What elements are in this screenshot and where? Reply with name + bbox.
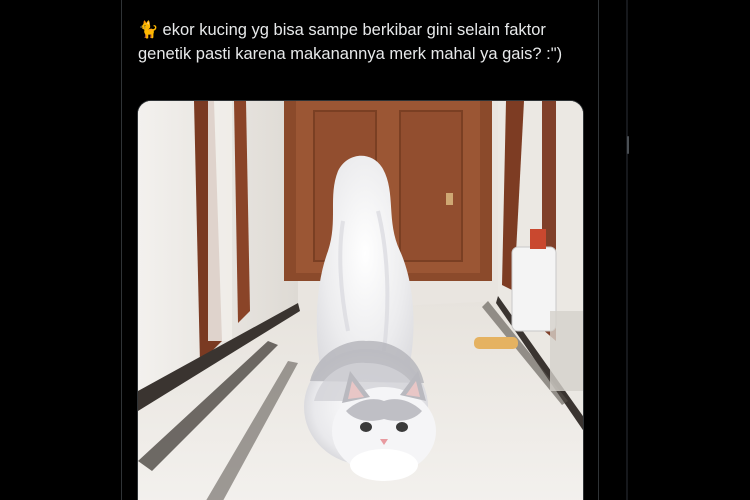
tweet-photo[interactable] <box>137 100 584 500</box>
tweet-page: 🐈 ekor kucing yg bisa sampe berkibar gini… <box>0 0 750 500</box>
tweet-text: 🐈 ekor kucing yg bisa sampe berkibar gini… <box>138 18 588 66</box>
sidebar-scroll-handle[interactable] <box>627 136 629 154</box>
timeline-left-border <box>121 0 122 500</box>
sidebar-edge <box>626 0 628 500</box>
cat-hallway-photo-icon <box>138 101 583 500</box>
tweet-body: ekor kucing yg bisa sampe berkibar gini … <box>138 21 563 63</box>
cat-emoji-icon: 🐈 <box>138 21 159 39</box>
timeline-right-border <box>598 0 599 500</box>
